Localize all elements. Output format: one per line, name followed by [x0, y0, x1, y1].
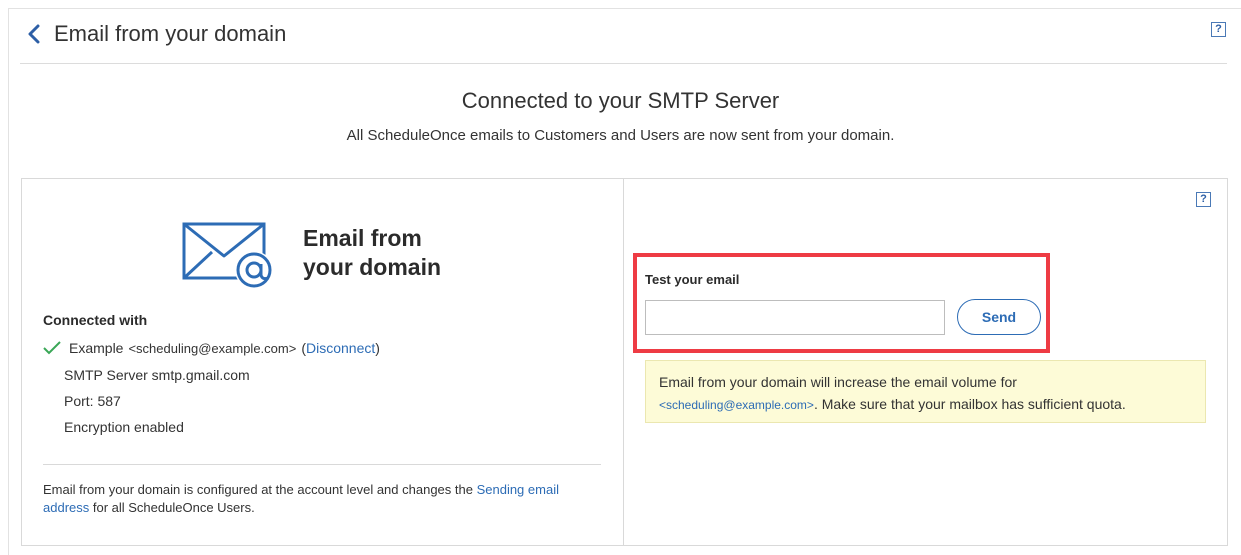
test-email-label: Test your email: [645, 272, 740, 287]
logo-text-line1: Email from: [303, 225, 422, 251]
connection-headline: Connected to your SMTP Server: [461, 88, 780, 113]
port-text: Port: 587: [64, 393, 121, 409]
footnote-suffix: for all ScheduleOnce Users.: [89, 500, 255, 515]
page-header: Email from your domain: [24, 18, 286, 50]
check-icon: [43, 341, 61, 355]
account-email: <scheduling@example.com>: [128, 340, 297, 356]
page-title: Email from your domain: [54, 21, 287, 46]
connection-subline: All ScheduleOnce emails to Customers and…: [346, 127, 895, 144]
logo-text: Email from your domain: [303, 224, 441, 282]
connected-with-title: Connected with: [43, 312, 148, 328]
notice-line2-row: <scheduling@example.com>. Make sure that…: [659, 393, 1192, 416]
account-name: Example: [69, 340, 124, 356]
notice-line1: Email from your domain will increase the…: [659, 374, 1017, 390]
configuration-footnote: Email from your domain is configured at …: [43, 481, 603, 517]
notice-line2: . Make sure that your mailbox has suffic…: [813, 396, 1126, 412]
test-email-input[interactable]: [645, 300, 945, 335]
back-button[interactable]: [24, 22, 44, 46]
encryption-text: Encryption enabled: [64, 419, 184, 435]
disconnect-link[interactable]: Disconnect: [306, 340, 375, 356]
notice-email: <scheduling@example.com>: [659, 398, 814, 412]
chevron-left-icon: [28, 24, 40, 44]
card-divider: [623, 178, 624, 546]
left-panel-divider: [43, 464, 601, 465]
quota-notice: Email from your domain will increase the…: [645, 360, 1206, 423]
header-divider: [20, 63, 1227, 64]
help-icon-panel[interactable]: ?: [1196, 192, 1211, 207]
smtp-server-text: SMTP Server smtp.gmail.com: [64, 367, 250, 383]
send-button[interactable]: Send: [957, 299, 1041, 335]
logo-text-line2: your domain: [303, 254, 442, 280]
footnote-prefix: Email from your domain is configured at …: [43, 482, 477, 497]
email-at-icon: [182, 222, 273, 289]
connected-account-row: Example <scheduling@example.com> ( Disco…: [43, 340, 380, 356]
close-paren: ): [375, 340, 380, 356]
help-icon[interactable]: ?: [1211, 22, 1226, 37]
